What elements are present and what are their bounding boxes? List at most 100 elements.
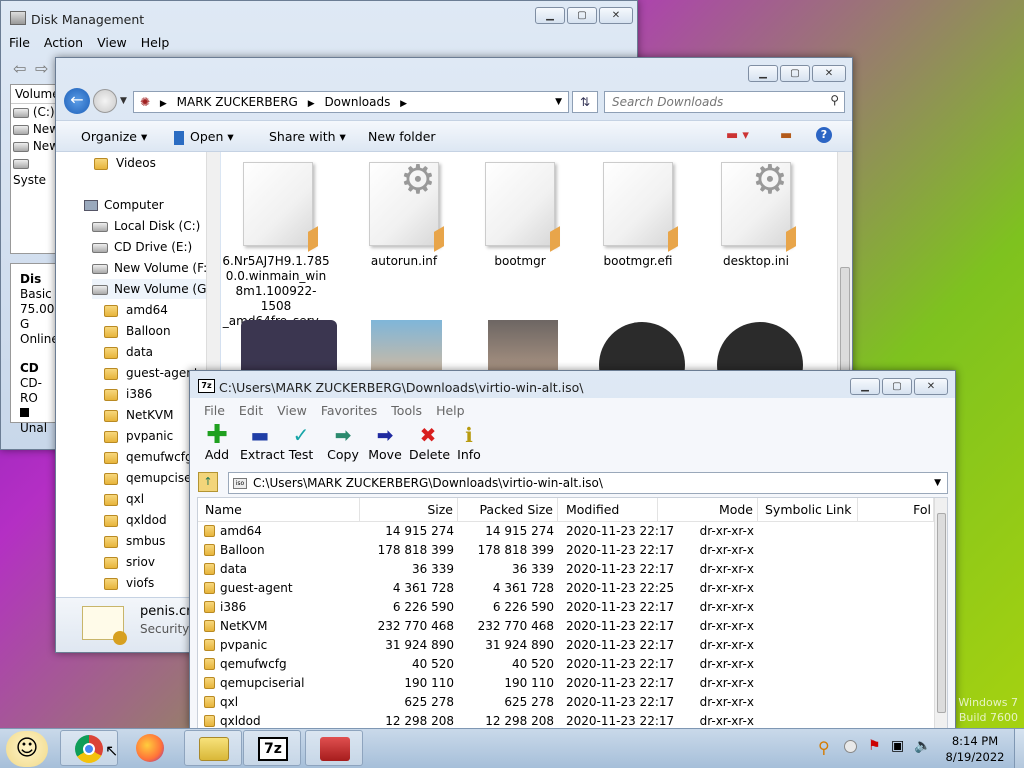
- table-row[interactable]: qxl 625 278 625 278 2020-11-23 22:17 dr-xr-x…: [198, 693, 934, 712]
- preview-pane-icon[interactable]: ▬: [780, 128, 792, 143]
- refresh-button[interactable]: ⇅: [572, 91, 598, 113]
- open-button[interactable]: Open ▾: [174, 129, 234, 145]
- extract-button[interactable]: ▬ Extract: [240, 423, 285, 462]
- menu-help[interactable]: Help: [436, 403, 465, 418]
- recent-pages-icon[interactable]: ▼: [120, 96, 127, 106]
- settings-file-icon[interactable]: ⚙: [369, 157, 439, 246]
- tree-item-folder[interactable]: pvpanic: [104, 426, 173, 446]
- minimize-button[interactable]: ▁: [748, 65, 778, 82]
- menu-favorites[interactable]: Favorites: [321, 403, 377, 418]
- organize-button[interactable]: Organize ▾: [81, 129, 147, 144]
- table-row[interactable]: NetKVM 232 770 468 232 770 468 2020-11-23 2…: [198, 617, 934, 636]
- maximize-button[interactable]: ▢: [567, 7, 597, 24]
- column-symbolic-link[interactable]: Symbolic Link: [758, 498, 858, 522]
- add-button[interactable]: ✚ Add: [202, 422, 232, 462]
- table-row[interactable]: pvpanic 31 924 890 31 924 890 2020-11-23 22…: [198, 636, 934, 655]
- table-row[interactable]: i386 6 226 590 6 226 590 2020-11-23 22:17 dr…: [198, 598, 934, 617]
- table-row[interactable]: qemufwcfg 40 520 40 520 2020-11-23 22:17 dr-…: [198, 655, 934, 674]
- forward-button[interactable]: [93, 89, 117, 113]
- show-desktop-button[interactable]: [1014, 729, 1024, 768]
- tree-item-computer[interactable]: Computer: [84, 195, 164, 215]
- menu-tools[interactable]: Tools: [391, 403, 422, 418]
- volume-item[interactable]: Syste: [13, 155, 59, 189]
- copy-button[interactable]: ➡ Copy: [326, 423, 360, 462]
- document-icon[interactable]: [603, 162, 673, 246]
- taskbar-explorer[interactable]: [184, 730, 242, 766]
- tree-item-folder[interactable]: smbus: [104, 531, 165, 551]
- file-name[interactable]: bootmgr.efi: [583, 254, 693, 269]
- taskbar-firefox[interactable]: [122, 730, 180, 766]
- close-button[interactable]: ✕: [914, 378, 948, 395]
- minimize-button[interactable]: ▁: [850, 378, 880, 395]
- chevron-down-icon[interactable]: ▼: [555, 92, 562, 112]
- delete-button[interactable]: ✖ Delete: [409, 423, 450, 462]
- breadcrumb-user[interactable]: MARK ZUCKERBERG: [177, 95, 298, 109]
- file-name[interactable]: 6.Nr5AJ7H9.1.785 0.0.winmain_win 8m1.10092…: [221, 254, 331, 329]
- tray-action-center-icon[interactable]: [844, 740, 857, 753]
- help-icon[interactable]: ?: [816, 127, 832, 143]
- table-row[interactable]: guest-agent 4 361 728 4 361 728 2020-11-23 …: [198, 579, 934, 598]
- menu-view[interactable]: View: [97, 35, 127, 50]
- volume-item[interactable]: New: [13, 138, 59, 155]
- taskbar-toolbox[interactable]: [305, 730, 363, 766]
- tree-item-drive[interactable]: New Volume (F:): [92, 258, 212, 278]
- tray-network-icon[interactable]: ▣: [891, 738, 904, 754]
- tree-item-folder[interactable]: qxl: [104, 489, 144, 509]
- menu-edit[interactable]: Edit: [239, 403, 263, 418]
- column-folders[interactable]: Fol: [858, 498, 934, 522]
- menu-file[interactable]: File: [9, 35, 30, 50]
- tree-item-folder[interactable]: sriov: [104, 552, 155, 572]
- view-options-icon[interactable]: ▬ ▾: [726, 128, 749, 143]
- minimize-button[interactable]: ▁: [535, 7, 565, 24]
- tree-item-folder[interactable]: NetKVM: [104, 405, 174, 425]
- search-input[interactable]: [605, 92, 815, 112]
- table-row[interactable]: qemupciserial 190 110 190 110 2020-11-23 22…: [198, 674, 934, 693]
- test-button[interactable]: ✓ Test: [286, 423, 316, 462]
- column-size[interactable]: Size: [360, 498, 458, 522]
- tree-item-folder[interactable]: amd64: [104, 300, 168, 320]
- tree-item-folder[interactable]: qxldod: [104, 510, 167, 530]
- chevron-down-icon[interactable]: ▼: [934, 473, 941, 493]
- back-button[interactable]: ←: [64, 88, 90, 114]
- move-button[interactable]: ➡ Move: [368, 423, 402, 462]
- close-button[interactable]: ✕: [812, 65, 846, 82]
- menu-action[interactable]: Action: [44, 35, 83, 50]
- search-icon[interactable]: ⚲: [830, 93, 839, 107]
- volume-item[interactable]: (C:): [13, 104, 59, 121]
- forward-icon[interactable]: ⇨: [35, 59, 48, 78]
- table-row[interactable]: amd64 14 915 274 14 915 274 2020-11-23 22:1…: [198, 522, 934, 541]
- tray-search-icon[interactable]: ⚲: [818, 738, 830, 757]
- tray-volume-icon[interactable]: 🔈: [914, 738, 931, 754]
- tree-item-folder[interactable]: qemufwcfg: [104, 447, 193, 467]
- table-row[interactable]: data 36 339 36 339 2020-11-23 22:17 dr-xr-xr…: [198, 560, 934, 579]
- document-icon[interactable]: [243, 162, 313, 246]
- file-name[interactable]: desktop.ini: [701, 254, 811, 269]
- tree-item-folder[interactable]: data: [104, 342, 153, 362]
- column-name[interactable]: Name: [198, 498, 360, 522]
- file-name[interactable]: autorun.inf: [349, 254, 459, 269]
- tree-item-drive[interactable]: Local Disk (C:): [92, 216, 200, 236]
- taskbar-7zip[interactable]: 7z: [243, 730, 301, 766]
- start-button[interactable]: ☺: [6, 731, 48, 767]
- document-icon[interactable]: [485, 162, 555, 246]
- tree-item-folder[interactable]: Balloon: [104, 321, 171, 341]
- volume-item[interactable]: New: [13, 121, 59, 138]
- column-volume[interactable]: Volume: [11, 85, 60, 104]
- tray-flag-icon[interactable]: ⚑: [868, 738, 881, 754]
- clock[interactable]: 8:14 PM 8/19/2022: [940, 733, 1010, 765]
- column-packed-size[interactable]: Packed Size: [458, 498, 558, 522]
- info-button[interactable]: ℹ Info: [456, 423, 482, 462]
- settings-file-icon[interactable]: ⚙: [721, 157, 791, 246]
- back-icon[interactable]: ⇦: [13, 59, 26, 78]
- taskbar-chrome[interactable]: ↖: [60, 730, 118, 766]
- tree-item-folder[interactable]: viofs: [104, 573, 154, 593]
- 7zip-window[interactable]: 7z C:\Users\MARK ZUCKERBERG\Downloads\vi…: [189, 370, 956, 730]
- tree-item-videos[interactable]: Videos: [94, 153, 156, 173]
- path-bar[interactable]: iso C:\Users\MARK ZUCKERBERG\Downloads\vi…: [228, 472, 948, 494]
- share-with-button[interactable]: Share with ▾: [269, 129, 346, 144]
- tree-item-drive[interactable]: CD Drive (E:): [92, 237, 192, 257]
- menu-help[interactable]: Help: [141, 35, 170, 50]
- menu-file[interactable]: File: [204, 403, 225, 418]
- tree-item-folder[interactable]: guest-agent: [104, 363, 199, 383]
- close-button[interactable]: ✕: [599, 7, 633, 24]
